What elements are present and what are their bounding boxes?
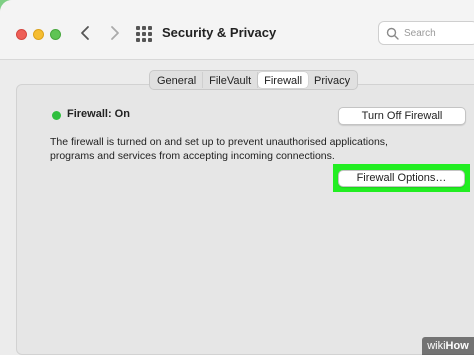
system-preferences-window: Security & Privacy Search General FileVa… <box>0 0 474 355</box>
firewall-status-label: Firewall: On <box>67 108 130 120</box>
title-bar: Security & Privacy Search <box>0 0 474 60</box>
tab-filevault[interactable]: FileVault <box>203 72 259 88</box>
tab-firewall[interactable]: Firewall <box>258 72 309 88</box>
show-all-grid-icon[interactable] <box>136 26 152 42</box>
search-placeholder: Search <box>404 28 436 39</box>
back-chevron-icon[interactable] <box>76 23 96 43</box>
zoom-window-button[interactable] <box>50 29 61 40</box>
firewall-status-indicator <box>52 111 61 120</box>
firewall-options-button[interactable]: Firewall Options… <box>338 170 465 187</box>
wikihow-watermark: wikiHow <box>422 337 474 355</box>
search-field[interactable]: Search <box>378 21 474 45</box>
window-title: Security & Privacy <box>162 25 277 40</box>
close-window-button[interactable] <box>16 29 27 40</box>
search-icon <box>386 27 399 40</box>
tab-privacy[interactable]: Privacy <box>308 72 356 88</box>
turn-off-firewall-button[interactable]: Turn Off Firewall <box>338 107 466 125</box>
tab-general[interactable]: General <box>151 72 204 88</box>
firewall-description: The firewall is turned on and set up to … <box>50 136 388 162</box>
forward-chevron-icon[interactable] <box>104 23 124 43</box>
minimize-window-button[interactable] <box>33 29 44 40</box>
tab-bar: General FileVault Firewall Privacy <box>149 70 359 90</box>
